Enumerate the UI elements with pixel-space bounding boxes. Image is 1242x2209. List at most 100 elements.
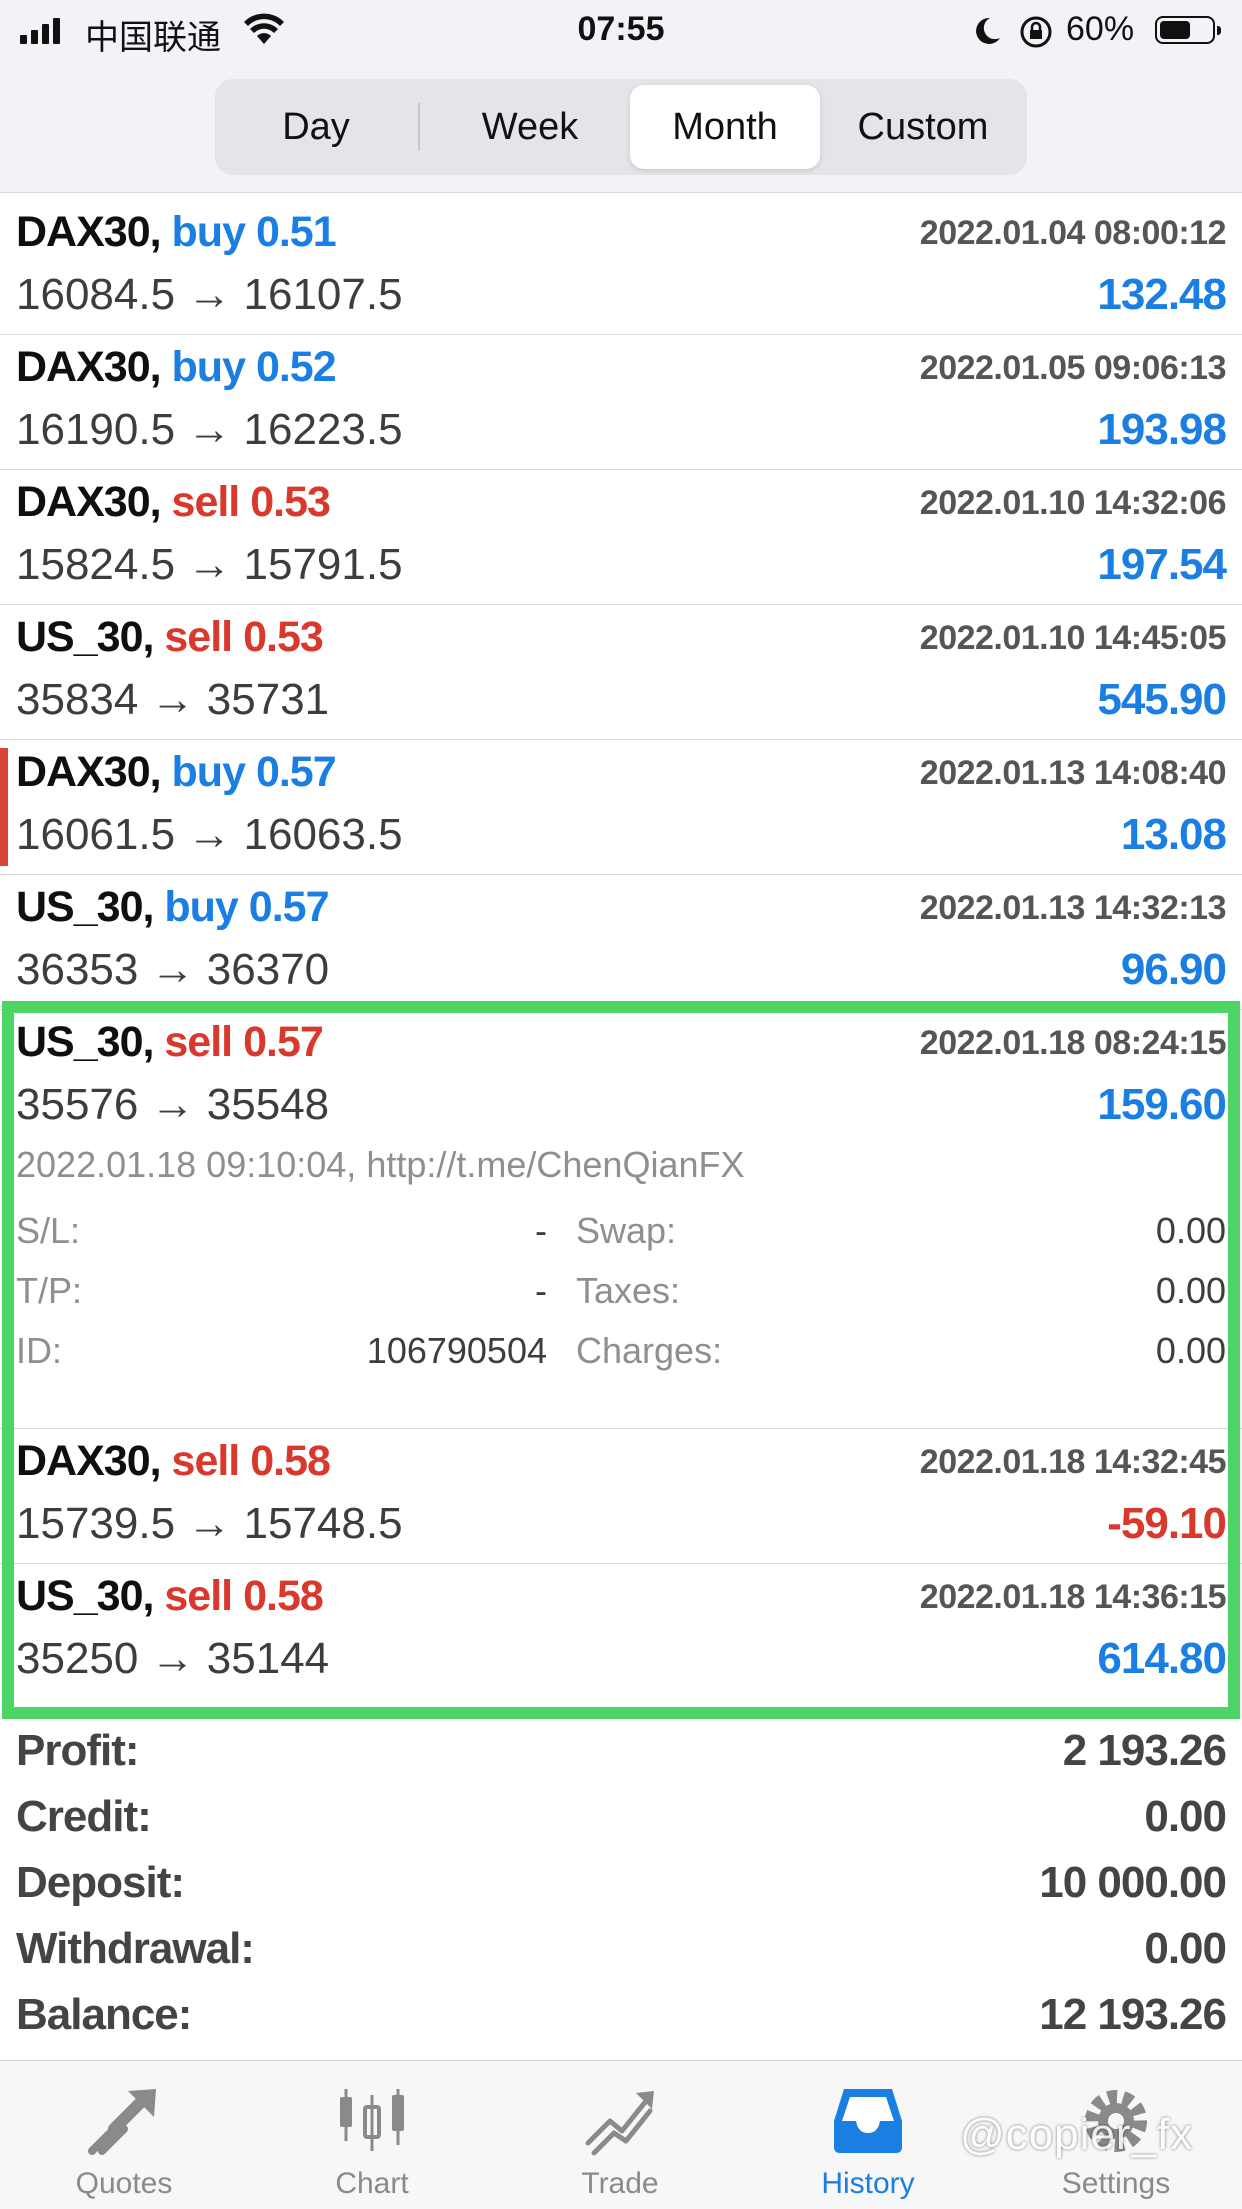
deal-title: DAX30, sell 0.53 bbox=[16, 478, 331, 527]
deal-volume: 0.57 bbox=[248, 883, 330, 931]
battery-icon bbox=[1155, 16, 1221, 44]
trade-icon bbox=[585, 2091, 654, 2156]
period-month[interactable]: Month bbox=[630, 85, 820, 169]
balance-value: 12 193.26 bbox=[1039, 1990, 1227, 2039]
deal-profit: 13.08 bbox=[1120, 810, 1227, 859]
taxes-value: 0.00 bbox=[1155, 1270, 1226, 1311]
tab-label: Settings bbox=[1061, 2167, 1171, 2200]
id-value: 106790504 bbox=[366, 1330, 547, 1371]
deal-side: buy bbox=[164, 883, 238, 931]
deal-volume: 0.57 bbox=[243, 1018, 324, 1066]
deal-volume: 0.53 bbox=[243, 613, 324, 661]
deal-row[interactable]: DAX30, sell 0.58 2022.01.18 14:32:45 157… bbox=[0, 1429, 1242, 1564]
taxes-label: Taxes: bbox=[576, 1270, 681, 1311]
deal-symbol: DAX30, bbox=[16, 1437, 162, 1485]
swap-label: Swap: bbox=[576, 1210, 677, 1251]
deposit-value: 10 000.00 bbox=[1039, 1858, 1227, 1907]
deal-symbol: DAX30, bbox=[16, 343, 162, 391]
deal-prices: 16084.5 → 16107.5 bbox=[16, 270, 403, 319]
deal-side: sell bbox=[164, 1018, 233, 1066]
tab-label: History bbox=[821, 2167, 915, 2200]
sl-value: - bbox=[535, 1210, 547, 1251]
tab-label: Trade bbox=[581, 2167, 659, 2200]
deal-volume: 0.58 bbox=[243, 1572, 324, 1620]
deal-time: 2022.01.10 14:45:05 bbox=[919, 619, 1227, 657]
deal-row[interactable]: DAX30, buy 0.57 2022.01.13 14:08:40 1606… bbox=[0, 740, 1242, 875]
deal-volume: 0.52 bbox=[255, 343, 337, 391]
deal-profit: 197.54 bbox=[1097, 540, 1227, 589]
credit-label: Credit: bbox=[16, 1792, 152, 1841]
tp-label: T/P: bbox=[16, 1270, 83, 1311]
deal-time: 2022.01.18 14:36:15 bbox=[919, 1578, 1227, 1616]
deal-side: buy bbox=[171, 748, 246, 796]
period-day[interactable]: Day bbox=[221, 85, 411, 169]
period-custom[interactable]: Custom bbox=[825, 85, 1021, 169]
history-inbox-icon bbox=[834, 2089, 902, 2153]
deal-prices: 35576 → 35548 bbox=[16, 1080, 330, 1129]
deal-time: 2022.01.04 08:00:12 bbox=[919, 214, 1227, 252]
deal-time: 2022.01.13 14:32:13 bbox=[919, 889, 1227, 927]
tab-trade[interactable]: Trade bbox=[496, 2061, 744, 2209]
deal-title: US_30, sell 0.57 bbox=[16, 1018, 324, 1067]
period-week[interactable]: Week bbox=[425, 85, 635, 169]
deal-symbol: US_30, bbox=[16, 1572, 154, 1620]
deal-title: DAX30, buy 0.52 bbox=[16, 343, 337, 392]
profit-value: 2 193.26 bbox=[1062, 1726, 1227, 1775]
deposit-label: Deposit: bbox=[16, 1858, 185, 1907]
deal-row[interactable]: US_30, sell 0.58 2022.01.18 14:36:15 352… bbox=[0, 1564, 1242, 1698]
deal-row[interactable]: DAX30, sell 0.53 2022.01.10 14:32:06 158… bbox=[0, 470, 1242, 605]
withdrawal-label: Withdrawal: bbox=[16, 1924, 255, 1973]
deal-side: buy bbox=[171, 343, 246, 391]
deal-time: 2022.01.10 14:32:06 bbox=[919, 484, 1227, 522]
deal-profit: 96.90 bbox=[1120, 945, 1227, 994]
deal-title: US_30, buy 0.57 bbox=[16, 883, 329, 932]
period-segmented-control: Day Week Month Custom bbox=[215, 79, 1027, 175]
candlestick-icon bbox=[340, 2089, 404, 2151]
tab-label: Chart bbox=[335, 2167, 409, 2200]
deal-time: 2022.01.18 14:32:45 bbox=[919, 1443, 1227, 1481]
id-label: ID: bbox=[16, 1330, 63, 1371]
deal-volume: 0.51 bbox=[255, 208, 337, 256]
deal-row-expanded[interactable]: US_30, sell 0.57 2022.01.18 08:24:15 355… bbox=[0, 1010, 1242, 1144]
summary-row-withdrawal: Withdrawal: 0.00 bbox=[0, 1918, 1242, 1984]
deal-title: US_30, sell 0.58 bbox=[16, 1572, 324, 1621]
charges-label: Charges: bbox=[576, 1330, 723, 1371]
tab-history[interactable]: History bbox=[744, 2061, 992, 2209]
status-bar: 中国联通 07:55 60% bbox=[0, 0, 1242, 62]
deal-prices: 15824.5 → 15791.5 bbox=[16, 540, 403, 589]
history-summary: Profit: 2 193.26 Credit: 0.00 Deposit: 1… bbox=[0, 1720, 1242, 2050]
battery-percent: 60% bbox=[1066, 10, 1135, 48]
deal-symbol: US_30, bbox=[16, 1018, 154, 1066]
deal-side: sell bbox=[164, 1572, 233, 1620]
deal-comment: 2022.01.18 09:10:04, http://t.me/ChenQia… bbox=[16, 1144, 745, 1185]
deal-symbol: US_30, bbox=[16, 613, 154, 661]
quotes-icon bbox=[88, 2089, 156, 2155]
deal-volume: 0.57 bbox=[255, 748, 337, 796]
tab-quotes[interactable]: Quotes bbox=[0, 2061, 248, 2209]
deal-details: 2022.01.18 09:10:04, http://t.me/ChenQia… bbox=[0, 1144, 1242, 1429]
deal-row[interactable]: DAX30, buy 0.51 2022.01.04 08:00:12 1608… bbox=[0, 200, 1242, 335]
tp-value: - bbox=[535, 1270, 547, 1311]
deal-prices: 36353 → 36370 bbox=[16, 945, 330, 994]
profit-label: Profit: bbox=[16, 1726, 140, 1775]
deal-row[interactable]: DAX30, buy 0.52 2022.01.05 09:06:13 1619… bbox=[0, 335, 1242, 470]
deal-time: 2022.01.13 14:08:40 bbox=[919, 754, 1227, 792]
tab-chart[interactable]: Chart bbox=[248, 2061, 496, 2209]
withdrawal-value: 0.00 bbox=[1144, 1924, 1227, 1973]
deal-title: DAX30, buy 0.51 bbox=[16, 208, 337, 257]
deal-side: sell bbox=[171, 1437, 241, 1485]
deals-list: DAX30, buy 0.51 2022.01.04 08:00:12 1608… bbox=[0, 200, 1242, 1698]
deal-side: buy bbox=[171, 208, 246, 256]
tab-label: Quotes bbox=[75, 2167, 173, 2200]
deal-title: US_30, sell 0.53 bbox=[16, 613, 324, 662]
deal-symbol: DAX30, bbox=[16, 208, 162, 256]
deal-row[interactable]: US_30, sell 0.53 2022.01.10 14:45:05 358… bbox=[0, 605, 1242, 740]
do-not-disturb-moon-icon bbox=[976, 17, 1000, 44]
deal-prices: 15739.5 → 15748.5 bbox=[16, 1499, 403, 1548]
credit-value: 0.00 bbox=[1144, 1792, 1227, 1841]
deal-profit: 193.98 bbox=[1097, 405, 1227, 454]
deal-profit: 614.80 bbox=[1097, 1634, 1227, 1683]
deal-volume: 0.58 bbox=[250, 1437, 331, 1485]
history-header: Day Week Month Custom bbox=[0, 62, 1242, 193]
deal-row[interactable]: US_30, buy 0.57 2022.01.13 14:32:13 3635… bbox=[0, 875, 1242, 1010]
